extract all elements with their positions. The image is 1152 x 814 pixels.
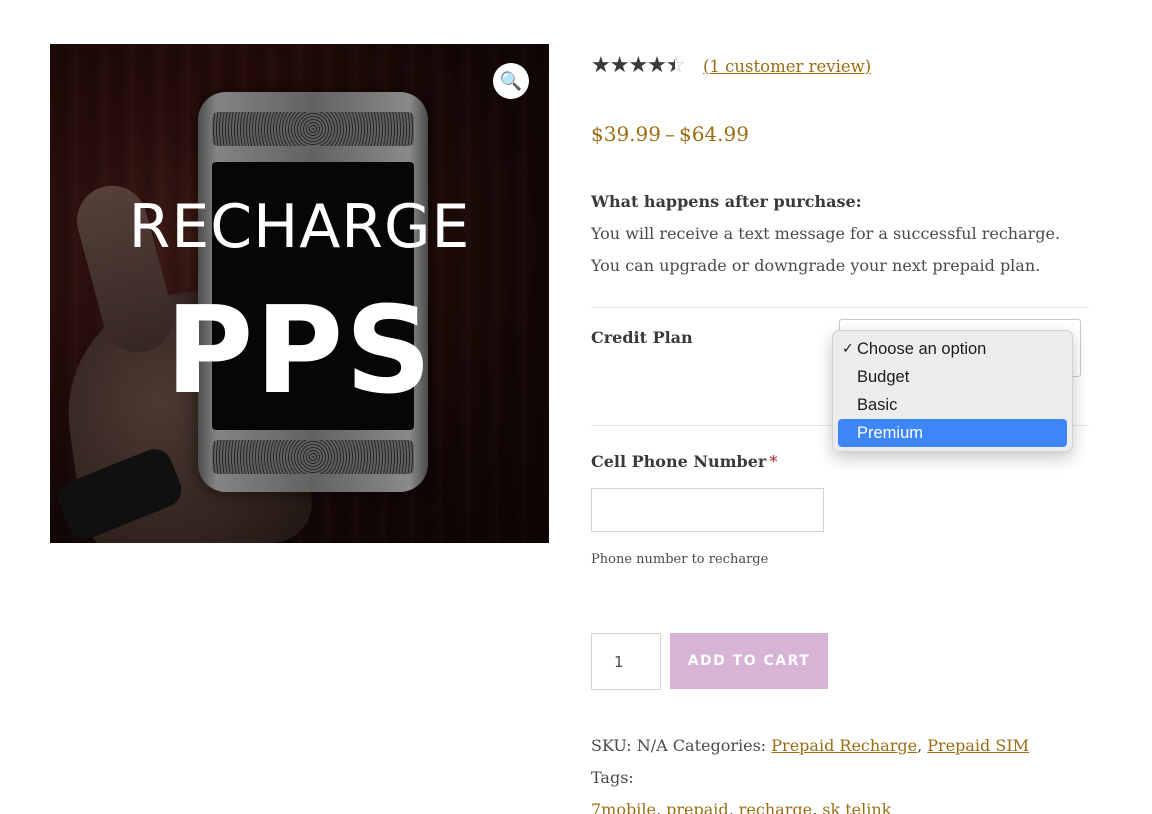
categories-label: Categories: — [672, 736, 767, 755]
phone-number-input[interactable] — [591, 488, 824, 532]
price-separator: – — [664, 122, 675, 146]
tag-link[interactable]: recharge — [739, 800, 812, 814]
dropdown-option-basic[interactable]: Basic — [838, 391, 1067, 419]
add-to-cart-button[interactable]: ADD TO CART — [670, 633, 828, 689]
price-min: $39.99 — [591, 122, 661, 146]
rating-row: ☆☆☆☆☆ ★★★★★ (1 customer review) — [591, 54, 871, 78]
product-description: What happens after purchase: You will re… — [591, 186, 1060, 282]
tag-link[interactable]: sk telink — [822, 800, 891, 814]
review-link[interactable]: (1 customer review) — [703, 57, 871, 76]
credit-plan-label: Credit Plan — [591, 328, 693, 347]
phone-field-help: Phone number to recharge — [591, 552, 769, 567]
sku-value: N/A — [636, 736, 668, 755]
price-range: $39.99– $64.99 — [591, 122, 749, 146]
dropdown-option-choose[interactable]: Choose an option — [838, 335, 1067, 363]
stars-filled-icon: ★★★★★ — [591, 55, 675, 77]
quantity-input[interactable] — [591, 633, 661, 690]
phone-field-label: Cell Phone Number * — [591, 452, 777, 471]
description-heading: What happens after purchase: — [591, 192, 862, 211]
product-photo: RECHARGE PPS — [50, 44, 549, 543]
dropdown-option-budget[interactable]: Budget — [838, 363, 1067, 391]
phone-field-label-text: Cell Phone Number — [591, 452, 767, 471]
sku-label: SKU: — [591, 736, 632, 755]
category-link[interactable]: Prepaid Recharge — [771, 736, 917, 755]
image-title-pps: PPS — [165, 282, 434, 421]
category-link[interactable]: Prepaid SIM — [927, 736, 1029, 755]
required-marker: * — [769, 452, 778, 471]
image-title-recharge: RECHARGE — [128, 192, 471, 262]
star-rating: ☆☆☆☆☆ ★★★★★ — [591, 55, 696, 77]
credit-plan-dropdown-menu: Choose an option Budget Basic Premium — [832, 330, 1073, 452]
price-max: $64.99 — [678, 122, 749, 146]
tag-link[interactable]: prepaid — [666, 800, 729, 814]
product-image[interactable]: RECHARGE PPS 🔍 — [50, 44, 549, 543]
description-line: You can upgrade or downgrade your next p… — [591, 256, 1041, 275]
description-line: You will receive a text message for a su… — [591, 224, 1061, 243]
magnifier-icon: 🔍 — [499, 70, 523, 92]
product-meta: SKU: N/A Categories: Prepaid Recharge, P… — [591, 730, 1061, 814]
zoom-button[interactable]: 🔍 — [493, 63, 529, 99]
tag-link[interactable]: 7mobile — [591, 800, 656, 814]
dropdown-option-premium[interactable]: Premium — [838, 419, 1067, 447]
tags-label: Tags: — [591, 768, 634, 787]
